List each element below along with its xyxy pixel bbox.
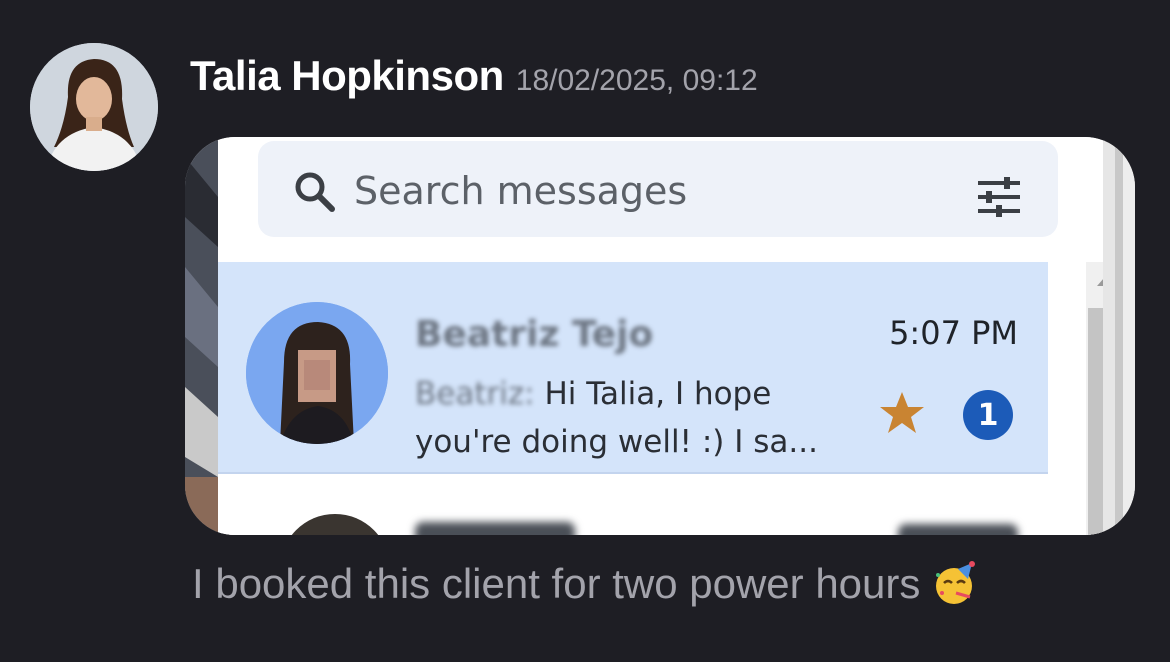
message-header: Talia Hopkinson 18/02/2025, 09:12 xyxy=(190,52,758,102)
background-photo-strip xyxy=(185,137,218,535)
caption-text: I booked this client for two power hours xyxy=(192,560,921,607)
contact-avatar-photo xyxy=(246,302,388,444)
message-timestamp: 18/02/2025, 09:12 xyxy=(515,64,758,97)
message-time: 5:07 PM xyxy=(889,314,1018,352)
messages-panel: Search messages Beatriz Tejo 5:07 PM Bea… xyxy=(218,137,1122,535)
contact-name-obscured xyxy=(415,522,575,535)
search-icon xyxy=(295,172,335,212)
star-icon[interactable] xyxy=(878,390,926,436)
contact-avatar xyxy=(246,302,388,444)
sender-avatar-photo xyxy=(30,43,158,171)
contact-name: Beatriz Tejo xyxy=(415,314,654,355)
search-bar[interactable]: Search messages xyxy=(258,141,1058,237)
preview-sender: Beatriz: xyxy=(415,376,535,412)
sliders-icon[interactable] xyxy=(976,175,1022,219)
sender-avatar[interactable] xyxy=(30,43,158,171)
conversation-row-selected[interactable]: Beatriz Tejo 5:07 PM Beatriz: Hi Talia, … xyxy=(218,262,1048,474)
message-text: I booked this client for two power hours xyxy=(192,556,978,612)
sender-name[interactable]: Talia Hopkinson xyxy=(190,52,504,100)
unread-badge: 1 xyxy=(963,390,1013,440)
partying-face-icon xyxy=(936,561,976,604)
contact-avatar xyxy=(280,514,390,535)
message-preview: Beatriz: Hi Talia, I hope you're doing w… xyxy=(415,370,855,466)
conversation-row[interactable] xyxy=(218,474,1048,535)
window-frame-edge xyxy=(1103,137,1135,535)
search-input[interactable]: Search messages xyxy=(354,169,687,213)
attached-screenshot[interactable]: Search messages Beatriz Tejo 5:07 PM Bea… xyxy=(185,137,1135,535)
message-time-obscured xyxy=(898,524,1018,535)
